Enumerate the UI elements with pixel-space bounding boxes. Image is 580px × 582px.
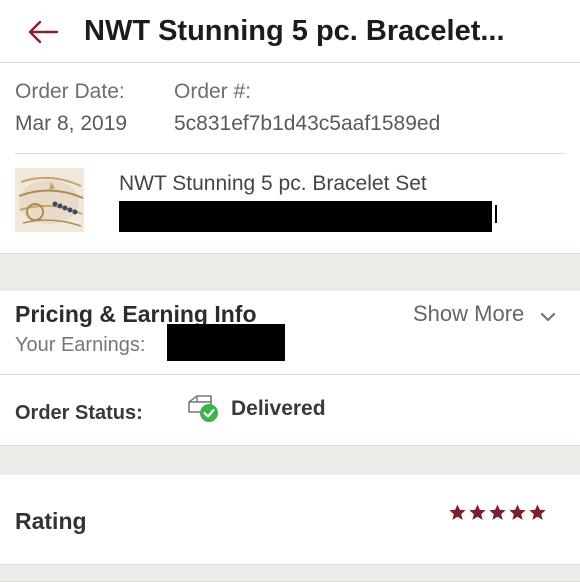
divider [15,153,565,154]
chevron-down-icon [540,300,556,330]
rating-section: Rating [0,475,580,563]
section-spacer [0,445,580,476]
earnings-label: Your Earnings: [15,334,146,356]
star-icon [529,504,546,520]
order-date-value: Mar 8, 2019 [15,112,128,135]
pricing-section: Pricing & Earning Info Show More Your Ea… [0,291,580,374]
rating-stars [448,503,547,522]
redacted-mark [495,205,497,223]
star-icon [489,504,506,520]
package-delivered-icon [186,393,220,425]
order-status-value: Delivered [231,397,326,420]
star-icon [509,504,526,520]
order-status-label: Order Status: [15,402,143,424]
section-spacer [0,564,580,582]
star-icon [469,504,486,520]
redacted-earnings [167,324,285,361]
item-thumbnail [15,168,84,232]
show-more-label: Show More [413,301,525,326]
order-number: Order #: 5c831ef7b1d43c5aaf1589ed [174,78,440,138]
order-status-section: Order Status: Delivered [0,375,580,444]
order-number-value: 5c831ef7b1d43c5aaf1589ed [174,112,441,135]
star-icon [449,504,466,520]
order-info: Order Date: Mar 8, 2019 Order #: 5c831ef… [15,78,575,140]
redacted-block [119,201,492,232]
item-title: NWT Stunning 5 pc. Bracelet Set [119,172,427,195]
back-arrow-icon[interactable] [26,17,60,47]
section-spacer [0,253,580,292]
order-item[interactable]: NWT Stunning 5 pc. Bracelet Set [15,168,575,238]
page-title: NWT Stunning 5 pc. Bracelet... [84,15,505,47]
order-number-label: Order #: [174,80,252,103]
order-date: Order Date: Mar 8, 2019 [15,78,127,138]
rating-label: Rating [15,508,87,534]
show-more-button[interactable]: Show More [413,299,556,330]
app-header: NWT Stunning 5 pc. Bracelet... [0,0,580,63]
order-date-label: Order Date: [15,80,125,103]
